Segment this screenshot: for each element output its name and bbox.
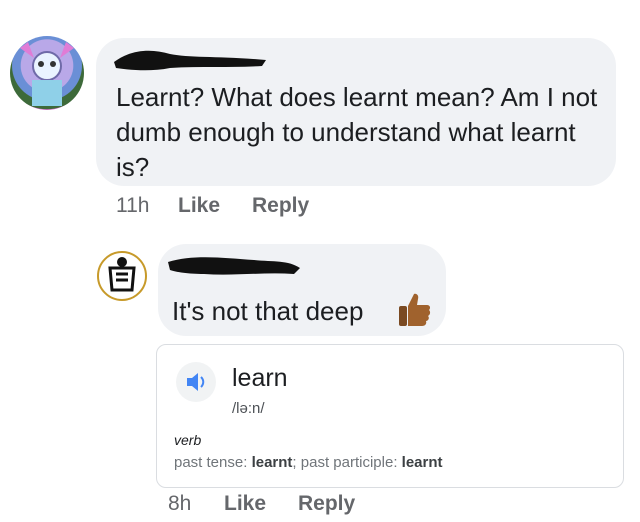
comment-1-like-button[interactable]: Like <box>178 194 220 218</box>
comment-2-like-button[interactable]: Like <box>224 492 266 516</box>
redacted-name-1 <box>114 50 266 71</box>
past-participle-value: learnt <box>401 454 443 471</box>
comment-1-timestamp: 11h <box>116 194 150 217</box>
avatar-art <box>20 42 74 106</box>
speaker-icon <box>187 373 205 391</box>
comment-2-text: It's not that deep <box>172 296 364 326</box>
commenter-2-avatar[interactable] <box>96 250 148 302</box>
thumbs-up-emoji-icon <box>399 293 431 326</box>
past-participle-label: past participle: <box>300 454 398 471</box>
definition-word: learn <box>232 364 288 392</box>
pronunciation-audio-button[interactable] <box>176 362 216 402</box>
definition-part-of-speech: verb <box>174 432 202 448</box>
comment-1-reply-button[interactable]: Reply <box>252 194 309 218</box>
past-tense-label: past tense: <box>174 454 248 471</box>
comment-2-timestamp: 8h <box>168 492 192 515</box>
redacted-name-2 <box>168 257 300 275</box>
forms-separator: ; <box>292 454 297 471</box>
definition-phonetic: /lə:n/ <box>232 400 265 417</box>
commenter-1-avatar[interactable] <box>10 36 84 110</box>
comment-2-reply-button[interactable]: Reply <box>298 492 355 516</box>
definition-verb-forms: past tense: learnt; past participle: lea… <box>174 454 443 471</box>
comment-1-text: Learnt? What does learnt mean? Am I not … <box>116 82 598 182</box>
past-tense-value: learnt <box>251 454 293 471</box>
